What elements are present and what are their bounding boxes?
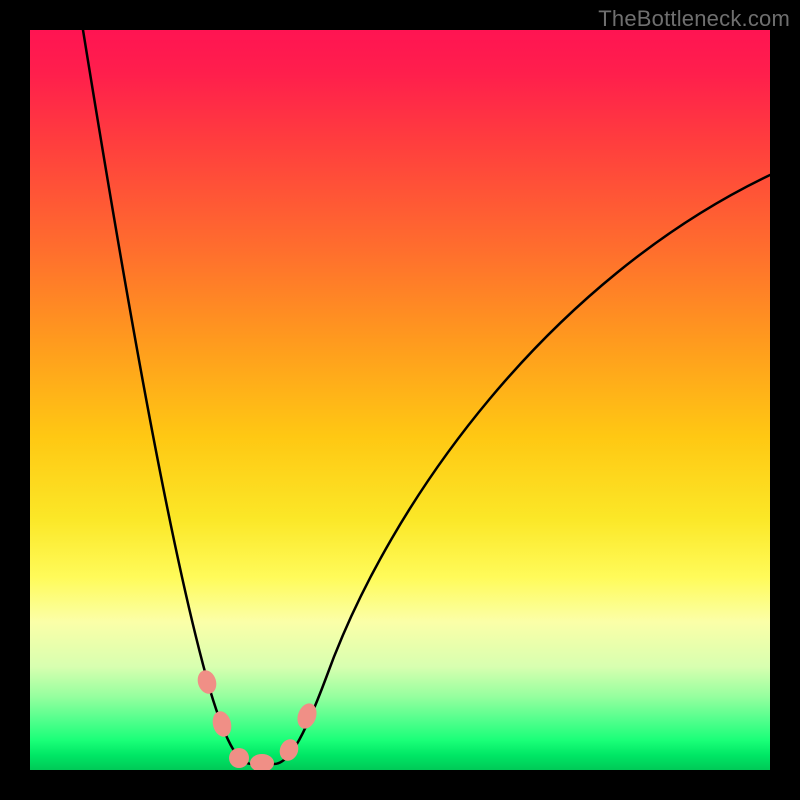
node-bottom-left bbox=[229, 748, 249, 768]
plot-area bbox=[30, 30, 770, 770]
chart-svg bbox=[30, 30, 770, 770]
node-left-lower bbox=[210, 709, 234, 739]
node-bottom-mid bbox=[250, 754, 274, 770]
chart-frame: TheBottleneck.com bbox=[0, 0, 800, 800]
node-group bbox=[195, 668, 320, 770]
watermark-text: TheBottleneck.com bbox=[598, 6, 790, 32]
curve-left bbox=[83, 30, 252, 764]
node-left-upper bbox=[195, 668, 220, 696]
curve-right bbox=[274, 175, 770, 764]
